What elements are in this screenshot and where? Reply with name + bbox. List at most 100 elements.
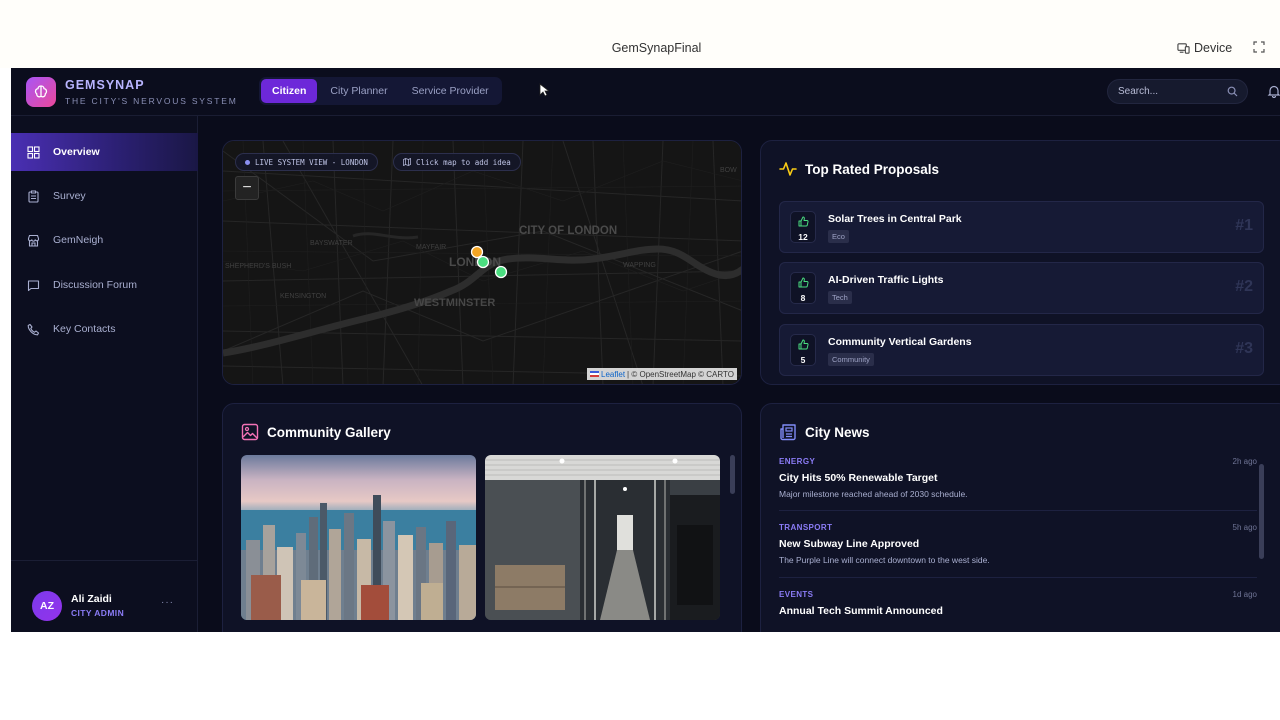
svg-text:KENSINGTON: KENSINGTON [280,293,326,300]
bell-icon[interactable] [1267,84,1280,98]
proposal-item[interactable]: 5 Community Vertical Gardens Community #… [779,324,1264,376]
flag-icon [590,371,600,377]
phone-icon [27,323,40,335]
upvote-button[interactable]: 8 [790,272,816,304]
add-idea-hint: Click map to add idea [393,153,521,171]
proposal-name: Community Vertical Gardens [828,336,972,348]
news-headline: City Hits 50% Renewable Target [779,472,938,484]
device-toggle[interactable]: Device [1177,41,1232,55]
sidebar-item-survey[interactable]: Survey [11,177,198,215]
upvote-button[interactable]: 5 [790,334,816,366]
vote-count: 5 [800,355,806,365]
attribution-text: | © OpenStreetMap © CARTO [627,369,734,379]
gallery-title: Community Gallery [241,423,391,441]
map-attribution: Leaflet | © OpenStreetMap © CARTO [587,368,737,380]
proposal-rank: #1 [1235,217,1253,234]
vote-count: 8 [800,293,806,303]
app-header: GEMSYNAP THE CITY'S NERVOUS SYSTEM Citiz… [11,68,1280,116]
sidebar-item-discussion-forum[interactable]: Discussion Forum [11,266,198,304]
sidebar: Overview Survey GemNeigh Discussion Foru… [11,116,198,632]
role-city-planner[interactable]: City Planner [319,79,398,103]
sidebar-item-overview[interactable]: Overview [11,133,198,171]
svg-text:BOW: BOW [720,167,737,174]
zoom-out-button[interactable]: − [235,176,259,200]
svg-text:WESTMINSTER: WESTMINSTER [414,297,495,309]
device-icon [1177,42,1190,54]
news-summary: The Purple Line will connect downtown to… [779,555,990,565]
app-window: GEMSYNAP THE CITY'S NERVOUS SYSTEM Citiz… [11,68,1280,632]
search-box [1107,79,1248,104]
role-service-provider[interactable]: Service Provider [401,79,500,103]
svg-text:SHEPHERD'S BUSH: SHEPHERD'S BUSH [225,263,291,270]
role-citizen[interactable]: Citizen [261,79,318,103]
brain-icon [34,85,48,98]
city-news-card: City News ENERGY 2h ago City Hits 50% Re… [760,403,1280,632]
news-item[interactable]: ENERGY 2h ago City Hits 50% Renewable Ta… [779,457,1257,499]
live-view-label: LIVE SYSTEM VIEW - LONDON [255,157,368,167]
store-icon [27,234,40,247]
news-category: EVENTS [779,590,814,599]
clipboard-icon [28,190,39,203]
sidebar-item-label: GemNeigh [53,234,104,246]
sidebar-item-label: Key Contacts [53,323,116,335]
top-proposals-card: Top Rated Proposals 12 Solar Trees in Ce… [760,140,1280,385]
news-category: TRANSPORT [779,523,833,532]
proposal-name: Solar Trees in Central Park [828,213,962,225]
news-headline: New Subway Line Approved [779,538,920,550]
proposal-item[interactable]: 12 Solar Trees in Central Park Eco #1 [779,201,1264,253]
avatar: AZ [32,591,62,621]
more-options-button[interactable]: ··· [161,597,174,608]
sidebar-item-label: Discussion Forum [53,279,138,291]
fullscreen-icon[interactable] [1252,40,1266,54]
leaflet-link[interactable]: Leaflet [601,370,625,379]
upvote-button[interactable]: 12 [790,211,816,243]
gallery-photo-office-corridor[interactable] [485,455,720,620]
gallery-photo-city-skyline[interactable] [241,455,476,620]
brand-logo[interactable] [26,77,56,107]
community-gallery-card: Community Gallery [222,403,742,632]
newspaper-icon [780,424,796,441]
live-map[interactable]: CITY OF LONDON LONDON WESTMINSTER MAYFAI… [222,140,742,385]
user-profile[interactable]: AZ Ali Zaidi CITY ADMIN ··· [11,560,198,632]
news-time: 5h ago [1232,523,1257,532]
activity-icon [779,162,797,176]
vote-count: 12 [798,232,808,242]
add-idea-label: Click map to add idea [416,157,511,167]
news-title: City News [779,423,870,441]
search-icon[interactable] [1227,86,1238,97]
proposal-name: AI-Driven Traffic Lights [828,274,944,286]
sidebar-item-key-contacts[interactable]: Key Contacts [11,310,198,348]
chat-icon [27,279,40,291]
svg-text:CITY OF LONDON: CITY OF LONDON [519,225,617,237]
news-summary: Major milestone reached ahead of 2030 sc… [779,489,968,499]
map-marker [476,255,490,269]
svg-text:MAYFAIR: MAYFAIR [416,244,446,251]
sidebar-item-gemneigh[interactable]: GemNeigh [11,221,198,259]
gallery-scrollbar[interactable] [730,455,735,494]
map-marker [470,245,484,259]
image-icon [241,423,259,441]
news-headline: Annual Tech Summit Announced [779,605,943,617]
brand-tagline: THE CITY'S NERVOUS SYSTEM [65,96,238,106]
news-item[interactable]: TRANSPORT 5h ago New Subway Line Approve… [779,523,1257,565]
news-item[interactable]: EVENTS 1d ago Annual Tech Summit Announc… [779,590,1257,617]
proposal-tag: Community [828,353,874,366]
news-scrollbar[interactable] [1259,464,1264,559]
proposal-tag: Eco [828,230,849,243]
mouse-cursor-icon [539,83,549,97]
search-input[interactable] [1118,86,1218,97]
user-role: CITY ADMIN [71,608,125,618]
svg-text:BAYSWATER: BAYSWATER [310,240,353,247]
thumbs-up-icon [798,277,809,288]
news-divider [779,577,1257,578]
proposals-title: Top Rated Proposals [779,160,939,178]
device-label: Device [1194,41,1233,55]
live-dot-icon [245,159,250,165]
proposal-item[interactable]: 8 AI-Driven Traffic Lights Tech #2 [779,262,1264,314]
thumbs-up-icon [798,339,809,350]
grid-icon [27,145,40,159]
proposal-rank: #3 [1235,340,1253,357]
user-name: Ali Zaidi [71,593,112,605]
proposal-tag: Tech [828,291,852,304]
news-category: ENERGY [779,457,816,466]
